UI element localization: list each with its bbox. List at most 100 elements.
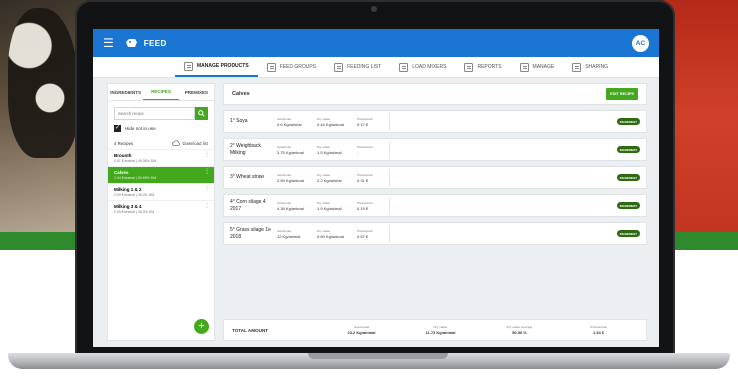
recipe-summary: 0.09 €/animal | 36.0% DM [114,193,155,197]
price-value: - [357,149,359,155]
price-cell: Price/animal 9.17 € [357,117,397,127]
total-dry-average-value: 50.56 % [512,330,527,335]
checkbox-checked-icon[interactable]: ✓ [114,125,121,132]
recipe-name: Milking 3 & 4 [114,204,142,209]
laptop-base [8,353,730,369]
nav-feeding-list[interactable]: FEEDING LIST [325,57,390,77]
kebab-menu-icon[interactable]: ⋮ [204,186,210,192]
hamburger-menu-icon[interactable]: ☰ [103,37,114,49]
left-tabs: INGREDIENTS RECIPES PREMIXES [108,84,214,101]
total-dry-average-label: Dry matter average [506,325,533,329]
tab-recipes[interactable]: RECIPES [143,84,179,100]
price-label: Price/animal [357,200,373,205]
column-divider [389,225,390,242]
dry-matter-cell: Dry matter 0.44 Kg/animal [317,117,357,127]
ingredient-name: 5° Grass silage 1e 2018 [230,226,271,240]
actual-load-value: 0.6 Kg/animal [277,121,302,127]
ingredient-row[interactable]: 3° Wheat straw Actual load 2.59 Kg/animal… [223,166,647,189]
tab-premixes[interactable]: PREMIXES [179,84,214,100]
nav-manage[interactable]: MANAGE [511,57,564,77]
ingredient-row[interactable]: 1° Soya Actual load 0.6 Kg/animal Dry mat… [223,110,647,133]
tab-ingredients[interactable]: INGREDIENTS [108,84,143,100]
price-label: Price/animal [357,172,373,177]
ingredient-badge: INGREDIENT [616,146,640,153]
actual-load-cell: Actual load 4.36 Kg/animal [277,201,317,211]
actual-load-value: 4.36 Kg/animal [277,205,304,211]
dry-matter-value: 1.5 Kg/animal [317,149,342,155]
add-recipe-button[interactable]: + [194,319,209,334]
column-divider [389,197,390,214]
user-avatar[interactable]: AC [632,34,649,52]
recipe-title: Calves [232,91,250,97]
total-price-label: Price/animal [590,325,607,329]
price-cell: Price/animal - [357,145,397,155]
dry-matter-label: Dry matter [317,144,331,149]
sharing-icon [572,62,582,72]
dry-matter-cell: Dry matter 5.69 Kg/animal [317,229,357,239]
edit-recipe-button[interactable]: EDIT RECIPE [606,88,638,100]
kebab-menu-icon[interactable]: ⋮ [204,152,210,158]
recipe-header: Calves EDIT RECIPE [223,83,647,105]
ingredient-name: 2° Weighback Milking [230,142,261,156]
column-divider [389,113,390,130]
actual-load-value: 12 Kg/animal [277,233,301,239]
actual-load-value: 3.75 Kg/animal [277,149,304,155]
ingredient-badge: INGREDIENT [616,174,640,181]
recipe-summary: 1.04 €/animal | 50.69% DM [114,176,157,180]
recipe-item-selected[interactable]: Calves 1.04 €/animal | 50.69% DM ⋮ [108,166,214,183]
recipes-panel: INGREDIENTS RECIPES PREMIXES ✓ Hide not … [107,83,215,341]
nav-label: MANAGE [532,64,555,70]
recipe-detail-panel: Calves EDIT RECIPE 1° Soya Actual load 0.… [223,83,647,341]
ingredient-row[interactable]: 4° Corn silage 4 2017 Actual load 4.36 Kg… [223,194,647,217]
dry-matter-label: Dry matter [317,172,331,177]
recipe-item[interactable]: Brounth 0.61 €/animal | 49.08% DM ⋮ [108,149,214,166]
main-nav: MANAGE PRODUCTS FEED GROUPS FEEDING LIST… [93,57,659,78]
download-list-label: Download list [182,140,208,146]
dry-matter-value: 1.9 Kg/animal [317,205,342,211]
download-list-button[interactable]: Download list [172,140,208,146]
price-value: 9.17 € [357,121,369,127]
total-dry-cell: Dry matter 11.73 Kg/animal [401,325,480,335]
app-screen: ☰ FEED AC MANAGE PRODUCTS FEED GROUPS FE… [93,29,659,347]
nav-label: FEED GROUPS [279,64,317,70]
ingredient-badge: INGREDIENT [616,118,640,125]
kebab-menu-icon[interactable]: ⋮ [204,169,210,175]
ingredient-row[interactable]: 2° Weighback Milking Actual load 3.75 Kg/… [223,138,647,161]
price-value: 0.57 € [357,233,369,239]
ingredient-badge: INGREDIENT [616,230,640,237]
actual-load-label: Actual load [277,200,291,205]
recipe-name: Brounth [114,153,132,158]
nav-reports[interactable]: REPORTS [455,57,510,77]
actual-load-label: Actual load [277,144,291,149]
recipes-count: 4 Recipes [114,140,134,146]
nav-feed-groups[interactable]: FEED GROUPS [258,57,325,77]
nav-manage-products[interactable]: MANAGE PRODUCTS [175,57,258,77]
ingredient-name: 4° Corn silage 4 2017 [230,198,266,212]
app-bar: ☰ FEED AC [93,29,659,57]
kebab-menu-icon[interactable]: ⋮ [204,203,210,209]
actual-load-cell: Actual load 12 Kg/animal [277,229,317,239]
ingredient-name: 1° Soya [230,118,248,124]
search-input[interactable] [114,107,195,120]
recipe-item[interactable]: Milking 3 & 4 0.09 €/animal | 36.0% DM ⋮ [108,200,214,217]
price-label: Price/animal [357,228,373,233]
price-label: Price/animal [357,116,373,121]
hide-not-in-use-row[interactable]: ✓ Hide not in use [114,125,208,132]
load-mixers-icon [399,62,409,72]
background-cow [8,8,78,158]
price-cell: Price/animal 0.31 € [357,173,397,183]
price-value: 0.19 € [357,205,369,211]
ingredient-row[interactable]: 5° Grass silage 1e 2018 Actual load 12 Kg… [223,222,647,245]
total-amount-bar: TOTAL AMOUNT Actual load 23.2 Kg/animal … [223,319,647,341]
manage-products-icon [184,61,193,71]
dry-matter-label: Dry matter [317,228,331,233]
recipes-list-header: 4 Recipes Download list [114,140,208,146]
search-button[interactable] [195,107,208,120]
dry-matter-value: 2.2 Kg/animal [317,177,342,183]
feeding-list-icon [334,62,344,72]
nav-load-mixers[interactable]: LOAD MIXERS [390,57,455,77]
nav-sharing[interactable]: SHARING [563,57,617,77]
recipe-item[interactable]: Milking 1 & 2 0.09 €/animal | 36.0% DM ⋮ [108,183,214,200]
total-price-value: 1.34 € [592,330,605,335]
camera-icon [371,6,377,12]
